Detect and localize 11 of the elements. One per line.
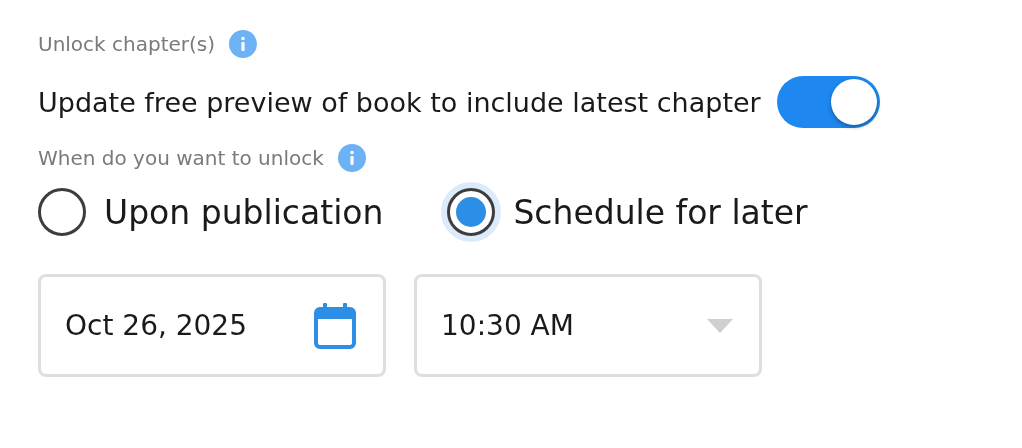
radio-label[interactable]: Schedule for later [513, 192, 808, 232]
toggle-switch[interactable] [776, 76, 880, 128]
calendar-icon[interactable] [313, 301, 357, 350]
time-field[interactable]: 10:30 AM [414, 274, 762, 377]
info-icon[interactable] [229, 30, 258, 58]
info-icon[interactable] [337, 144, 366, 172]
section-label: When do you want to unlock [38, 146, 324, 170]
toggle-label: Update free preview of book to include latest chapter [38, 86, 761, 118]
section-label: Unlock chapter(s) [38, 32, 216, 56]
radio-label[interactable]: Upon publication [104, 192, 384, 232]
date-field[interactable]: Oct 26, 2025 [38, 274, 386, 377]
